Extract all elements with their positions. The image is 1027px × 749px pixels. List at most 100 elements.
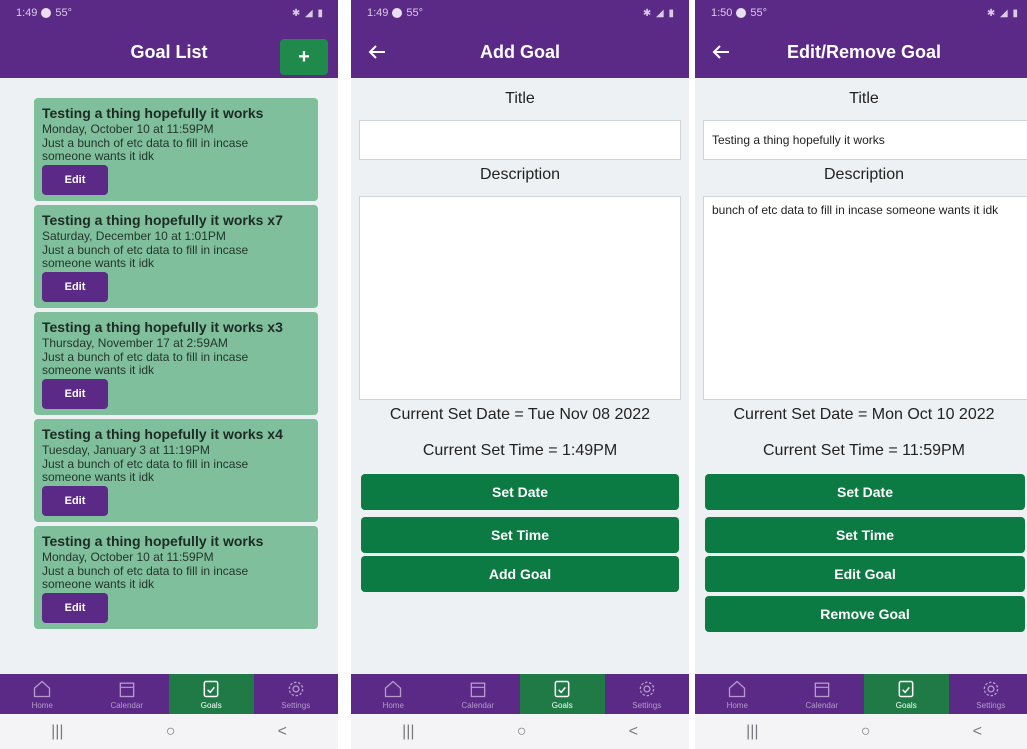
goal-title: Testing a thing hopefully it works x4	[42, 426, 283, 442]
goals-icon	[898, 680, 914, 697]
nav-settings[interactable]: Settings	[605, 674, 690, 714]
status-temperature: 55°	[406, 7, 424, 19]
goal-card: Testing a thing hopefully it works Monda…	[34, 526, 318, 629]
status-bar: 1:50 55° ✱ ◢ ▮	[695, 0, 1027, 26]
recents-button[interactable]: |||	[51, 723, 63, 741]
nav-calendar[interactable]: Calendar	[436, 674, 521, 714]
set-date-button[interactable]: Set Date	[361, 474, 679, 510]
back-arrow-icon[interactable]	[365, 40, 389, 64]
recents-button[interactable]: |||	[746, 723, 758, 741]
add-goal-screen: 1:49 55° ✱ ◢ ▮ Add Goal Title Description…	[351, 0, 689, 749]
status-time: 1:49	[367, 7, 389, 19]
nav-calendar-label: Calendar	[461, 700, 494, 710]
status-bar: 1:49 55° ✱ ◢ ▮	[0, 0, 338, 26]
back-button[interactable]: <	[278, 723, 287, 741]
home-button[interactable]: ○	[861, 723, 871, 741]
app-bar: Goal List +	[0, 26, 338, 78]
set-time-button[interactable]: Set Time	[705, 517, 1025, 553]
add-goal-button[interactable]: +	[280, 39, 328, 75]
goal-description: Just a bunch of etc data to fill in inca…	[42, 350, 249, 377]
nav-calendar-label: Calendar	[110, 700, 143, 710]
nav-goals[interactable]: Goals	[864, 674, 949, 714]
status-bar: 1:49 55° ✱ ◢ ▮	[351, 0, 689, 26]
edit-button[interactable]: Edit	[42, 593, 108, 623]
description-label: Description	[823, 166, 905, 183]
current-time-text: Current Set Time = 11:59PM	[762, 442, 965, 459]
nav-home-label: Home	[726, 700, 748, 710]
edit-goal-screen: 1:50 55° ✱ ◢ ▮ Edit/Remove Goal Title Tes…	[695, 0, 1027, 749]
description-input[interactable]	[359, 196, 681, 400]
edit-button[interactable]: Edit	[42, 379, 108, 409]
nav-goals[interactable]: Goals	[169, 674, 254, 714]
nav-goals-label: Goals	[551, 700, 573, 710]
status-time: 1:49	[16, 7, 38, 19]
goal-date: Tuesday, January 3 at 11:19PM	[42, 443, 210, 457]
signal-battery-icons: ✱ ◢ ▮	[986, 7, 1019, 19]
set-date-button[interactable]: Set Date	[705, 474, 1025, 510]
edit-button[interactable]: Edit	[42, 486, 108, 516]
goal-title: Testing a thing hopefully it works	[42, 533, 264, 549]
nav-home-label: Home	[382, 700, 404, 710]
status-temperature: 55°	[55, 7, 73, 19]
back-button[interactable]: <	[629, 723, 638, 741]
page-title: Add Goal	[480, 41, 560, 62]
home-icon	[729, 680, 746, 697]
nav-home[interactable]: Home	[351, 674, 436, 714]
edit-button[interactable]: Edit	[42, 272, 108, 302]
back-button[interactable]: <	[973, 723, 982, 741]
system-nav-bar: ||| ○ <	[695, 714, 1027, 749]
page-title: Edit/Remove Goal	[786, 41, 942, 62]
nav-calendar[interactable]: Calendar	[780, 674, 865, 714]
goal-description: Just a bunch of etc data to fill in inca…	[42, 136, 249, 163]
status-time: 1:50	[711, 7, 733, 19]
home-icon	[385, 680, 402, 697]
nav-settings-label: Settings	[976, 700, 1006, 710]
goals-icon	[203, 680, 219, 697]
title-label: Title	[849, 90, 879, 107]
title-input[interactable]	[359, 120, 681, 160]
nav-goals[interactable]: Goals	[520, 674, 605, 714]
goal-title: Testing a thing hopefully it works x3	[42, 319, 283, 335]
signal-battery-icons: ✱ ◢ ▮	[291, 7, 324, 19]
goal-description: Just a bunch of etc data to fill in inca…	[42, 564, 249, 591]
description-label: Description	[479, 166, 561, 183]
notification-icon	[736, 8, 747, 18]
notification-icon	[41, 8, 52, 18]
nav-home-label: Home	[31, 700, 53, 710]
nav-goals-label: Goals	[200, 700, 222, 710]
goal-title: Testing a thing hopefully it works	[42, 105, 264, 121]
home-button[interactable]: ○	[517, 723, 527, 741]
system-nav-bar: ||| ○ <	[351, 714, 689, 749]
bottom-nav: Home Calendar Goals Settings	[0, 674, 338, 714]
nav-settings[interactable]: Settings	[949, 674, 1027, 714]
add-goal-button[interactable]: Add Goal	[361, 556, 679, 592]
recents-button[interactable]: |||	[402, 723, 414, 741]
calendar-icon	[470, 682, 486, 697]
nav-settings-label: Settings	[632, 700, 662, 710]
current-date-text: Current Set Date = Mon Oct 10 2022	[733, 406, 995, 423]
nav-calendar[interactable]: Calendar	[85, 674, 170, 714]
goal-description: Just a bunch of etc data to fill in inca…	[42, 243, 249, 270]
gear-icon	[639, 681, 655, 696]
home-icon	[34, 680, 51, 697]
goal-date: Monday, October 10 at 11:59PM	[42, 550, 214, 564]
set-time-button[interactable]: Set Time	[361, 517, 679, 553]
remove-goal-button[interactable]: Remove Goal	[705, 596, 1025, 632]
description-input[interactable]: bunch of etc data to fill in incase some…	[703, 196, 1027, 400]
edit-goal-button[interactable]: Edit Goal	[705, 556, 1025, 592]
nav-home[interactable]: Home	[0, 674, 85, 714]
goal-list[interactable]: Testing a thing hopefully it works Monda…	[26, 98, 318, 650]
system-nav-bar: ||| ○ <	[0, 714, 338, 749]
home-button[interactable]: ○	[166, 723, 176, 741]
goal-date: Monday, October 10 at 11:59PM	[42, 122, 214, 136]
bottom-nav: Home Calendar Goals Settings	[695, 674, 1027, 714]
app-bar: Add Goal	[351, 26, 689, 78]
title-input[interactable]: Testing a thing hopefully it works	[703, 120, 1027, 160]
goal-card: Testing a thing hopefully it works Monda…	[34, 98, 318, 201]
calendar-icon	[119, 682, 135, 697]
nav-home[interactable]: Home	[695, 674, 780, 714]
edit-button[interactable]: Edit	[42, 165, 108, 195]
status-temperature: 55°	[750, 7, 768, 19]
nav-settings[interactable]: Settings	[254, 674, 339, 714]
back-arrow-icon[interactable]	[709, 40, 733, 64]
